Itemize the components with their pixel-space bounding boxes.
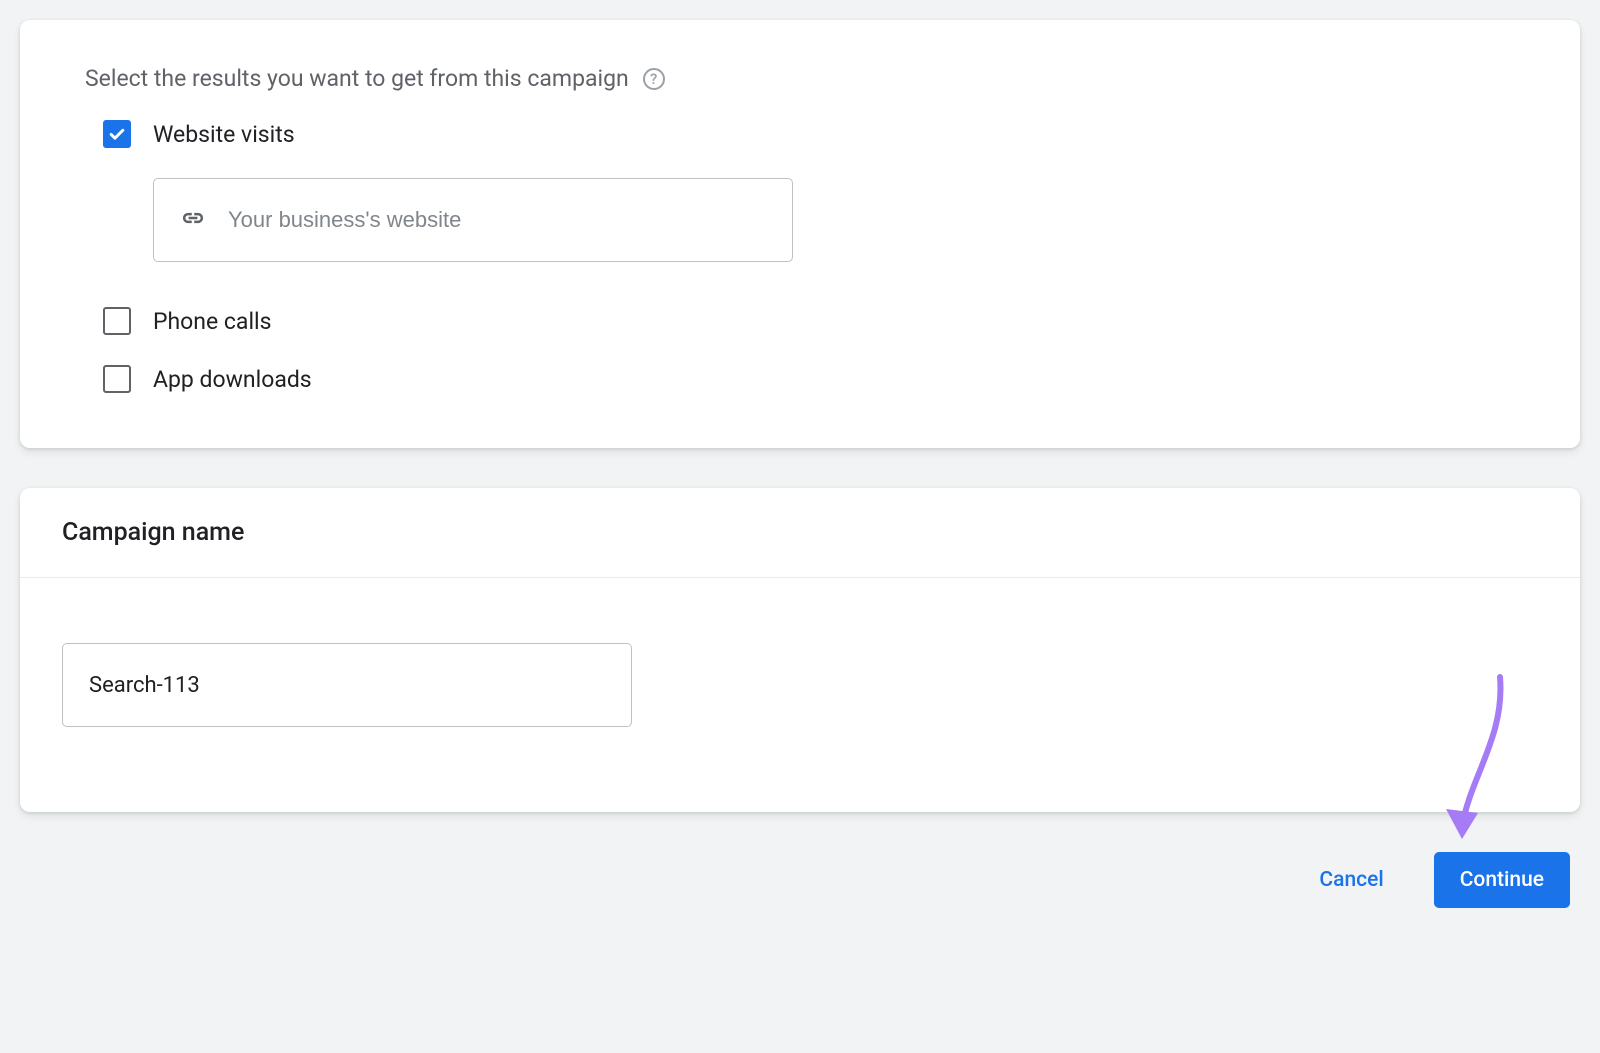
option-app-downloads[interactable]: App downloads xyxy=(103,365,1515,393)
website-input[interactable] xyxy=(228,207,768,233)
checkbox-phone-calls[interactable] xyxy=(103,307,131,335)
website-input-wrap xyxy=(153,178,1515,262)
help-icon[interactable]: ? xyxy=(643,68,665,90)
campaign-name-card: Campaign name xyxy=(20,488,1580,812)
actions-row: Cancel Continue xyxy=(20,852,1580,908)
option-label: App downloads xyxy=(153,366,312,393)
results-options: Website visits xyxy=(85,120,1515,393)
option-label: Phone calls xyxy=(153,308,272,335)
campaign-name-input[interactable] xyxy=(62,643,632,727)
option-website-visits[interactable]: Website visits xyxy=(103,120,1515,148)
cancel-button[interactable]: Cancel xyxy=(1299,854,1403,906)
results-instruction-text: Select the results you want to get from … xyxy=(85,65,629,92)
option-label: Website visits xyxy=(153,121,295,148)
option-phone-calls[interactable]: Phone calls xyxy=(103,307,1515,335)
link-icon xyxy=(178,203,208,237)
results-instruction: Select the results you want to get from … xyxy=(85,65,1515,92)
continue-button[interactable]: Continue xyxy=(1434,852,1570,908)
website-input-container[interactable] xyxy=(153,178,793,262)
checkbox-app-downloads[interactable] xyxy=(103,365,131,393)
checkbox-website-visits[interactable] xyxy=(103,120,131,148)
results-card-body: Select the results you want to get from … xyxy=(20,20,1580,448)
check-icon xyxy=(107,124,127,144)
campaign-name-body xyxy=(20,578,1580,812)
campaign-name-title: Campaign name xyxy=(20,488,1580,578)
results-card: Select the results you want to get from … xyxy=(20,20,1580,448)
